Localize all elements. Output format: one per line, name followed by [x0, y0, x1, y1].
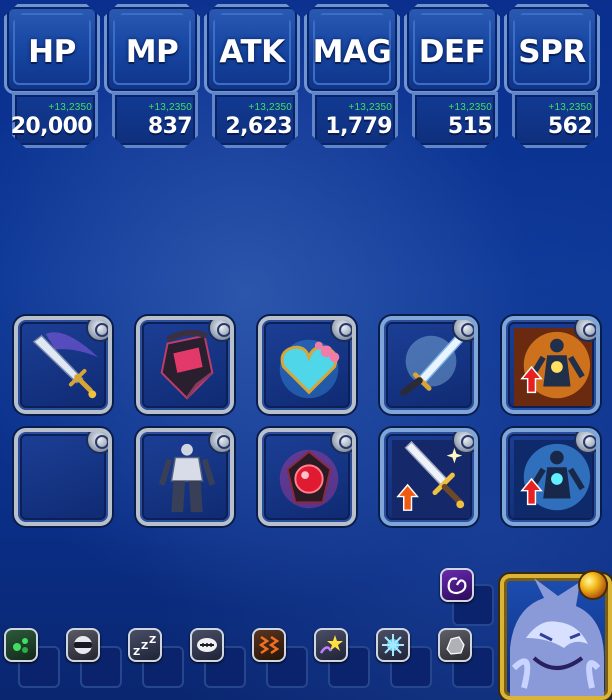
- stat-bonus: +13,2350: [248, 102, 292, 113]
- confuse-icon[interactable]: [314, 628, 348, 662]
- stat-label: ATK: [219, 34, 285, 70]
- stat-value: 562: [547, 114, 593, 139]
- svg-text:Z: Z: [141, 641, 148, 652]
- equip-slot-left-hand[interactable]: [380, 316, 478, 414]
- vortex-icon[interactable]: [440, 568, 474, 602]
- stat-value: 20,000: [10, 114, 93, 139]
- stat-panel: HP +13,2350 20,000 MP +13,2350 837 ATK +…: [4, 4, 608, 154]
- equip-slot-accessory-2[interactable]: [258, 428, 356, 526]
- stat-bonus: +13,2350: [48, 102, 92, 113]
- equip-slot-right-hand[interactable]: [14, 316, 112, 414]
- stat-label: MP: [125, 34, 179, 70]
- stat-hp: HP +13,2350 20,000: [4, 4, 100, 150]
- stat-value: 2,623: [225, 114, 292, 139]
- stat-label: HP: [28, 34, 76, 70]
- sleep-icon[interactable]: ZZZ: [128, 628, 162, 662]
- svg-text:Z: Z: [149, 635, 156, 646]
- stat-label: SPR: [518, 34, 586, 70]
- equip-slot-empty[interactable]: [14, 428, 112, 526]
- petrify-icon[interactable]: [438, 628, 472, 662]
- equip-slot-materia-3[interactable]: [502, 428, 600, 526]
- stat-mag: MAG +13,2350 1,779: [304, 4, 400, 150]
- equip-slot-accessory-1[interactable]: [258, 316, 356, 414]
- equip-slot-head[interactable]: [136, 316, 234, 414]
- blind-icon[interactable]: [66, 628, 100, 662]
- element-orb: [578, 570, 608, 600]
- equip-slot-materia-1[interactable]: [502, 316, 600, 414]
- stat-label: MAG: [312, 34, 392, 70]
- paralyze-icon[interactable]: [252, 628, 286, 662]
- stat-bonus: +13,2350: [148, 102, 192, 113]
- stat-def: DEF +13,2350 515: [404, 4, 500, 150]
- poison-icon[interactable]: [4, 628, 38, 662]
- disease-icon[interactable]: [376, 628, 410, 662]
- stat-mp: MP +13,2350 837: [104, 4, 200, 150]
- stat-value: 837: [147, 114, 193, 139]
- stat-bonus: +13,2350: [448, 102, 492, 113]
- equip-slot-materia-2[interactable]: [380, 428, 478, 526]
- stat-atk: ATK +13,2350 2,623: [204, 4, 300, 150]
- equip-slot-body[interactable]: [136, 428, 234, 526]
- stat-label: DEF: [418, 34, 486, 70]
- silence-icon[interactable]: [190, 628, 224, 662]
- stat-value: 1,779: [325, 114, 392, 139]
- stat-bonus: +13,2350: [548, 102, 592, 113]
- stat-bonus: +13,2350: [348, 102, 392, 113]
- stat-spr: SPR +13,2350 562: [504, 4, 600, 150]
- stat-value: 515: [447, 114, 493, 139]
- svg-text:Z: Z: [133, 647, 140, 657]
